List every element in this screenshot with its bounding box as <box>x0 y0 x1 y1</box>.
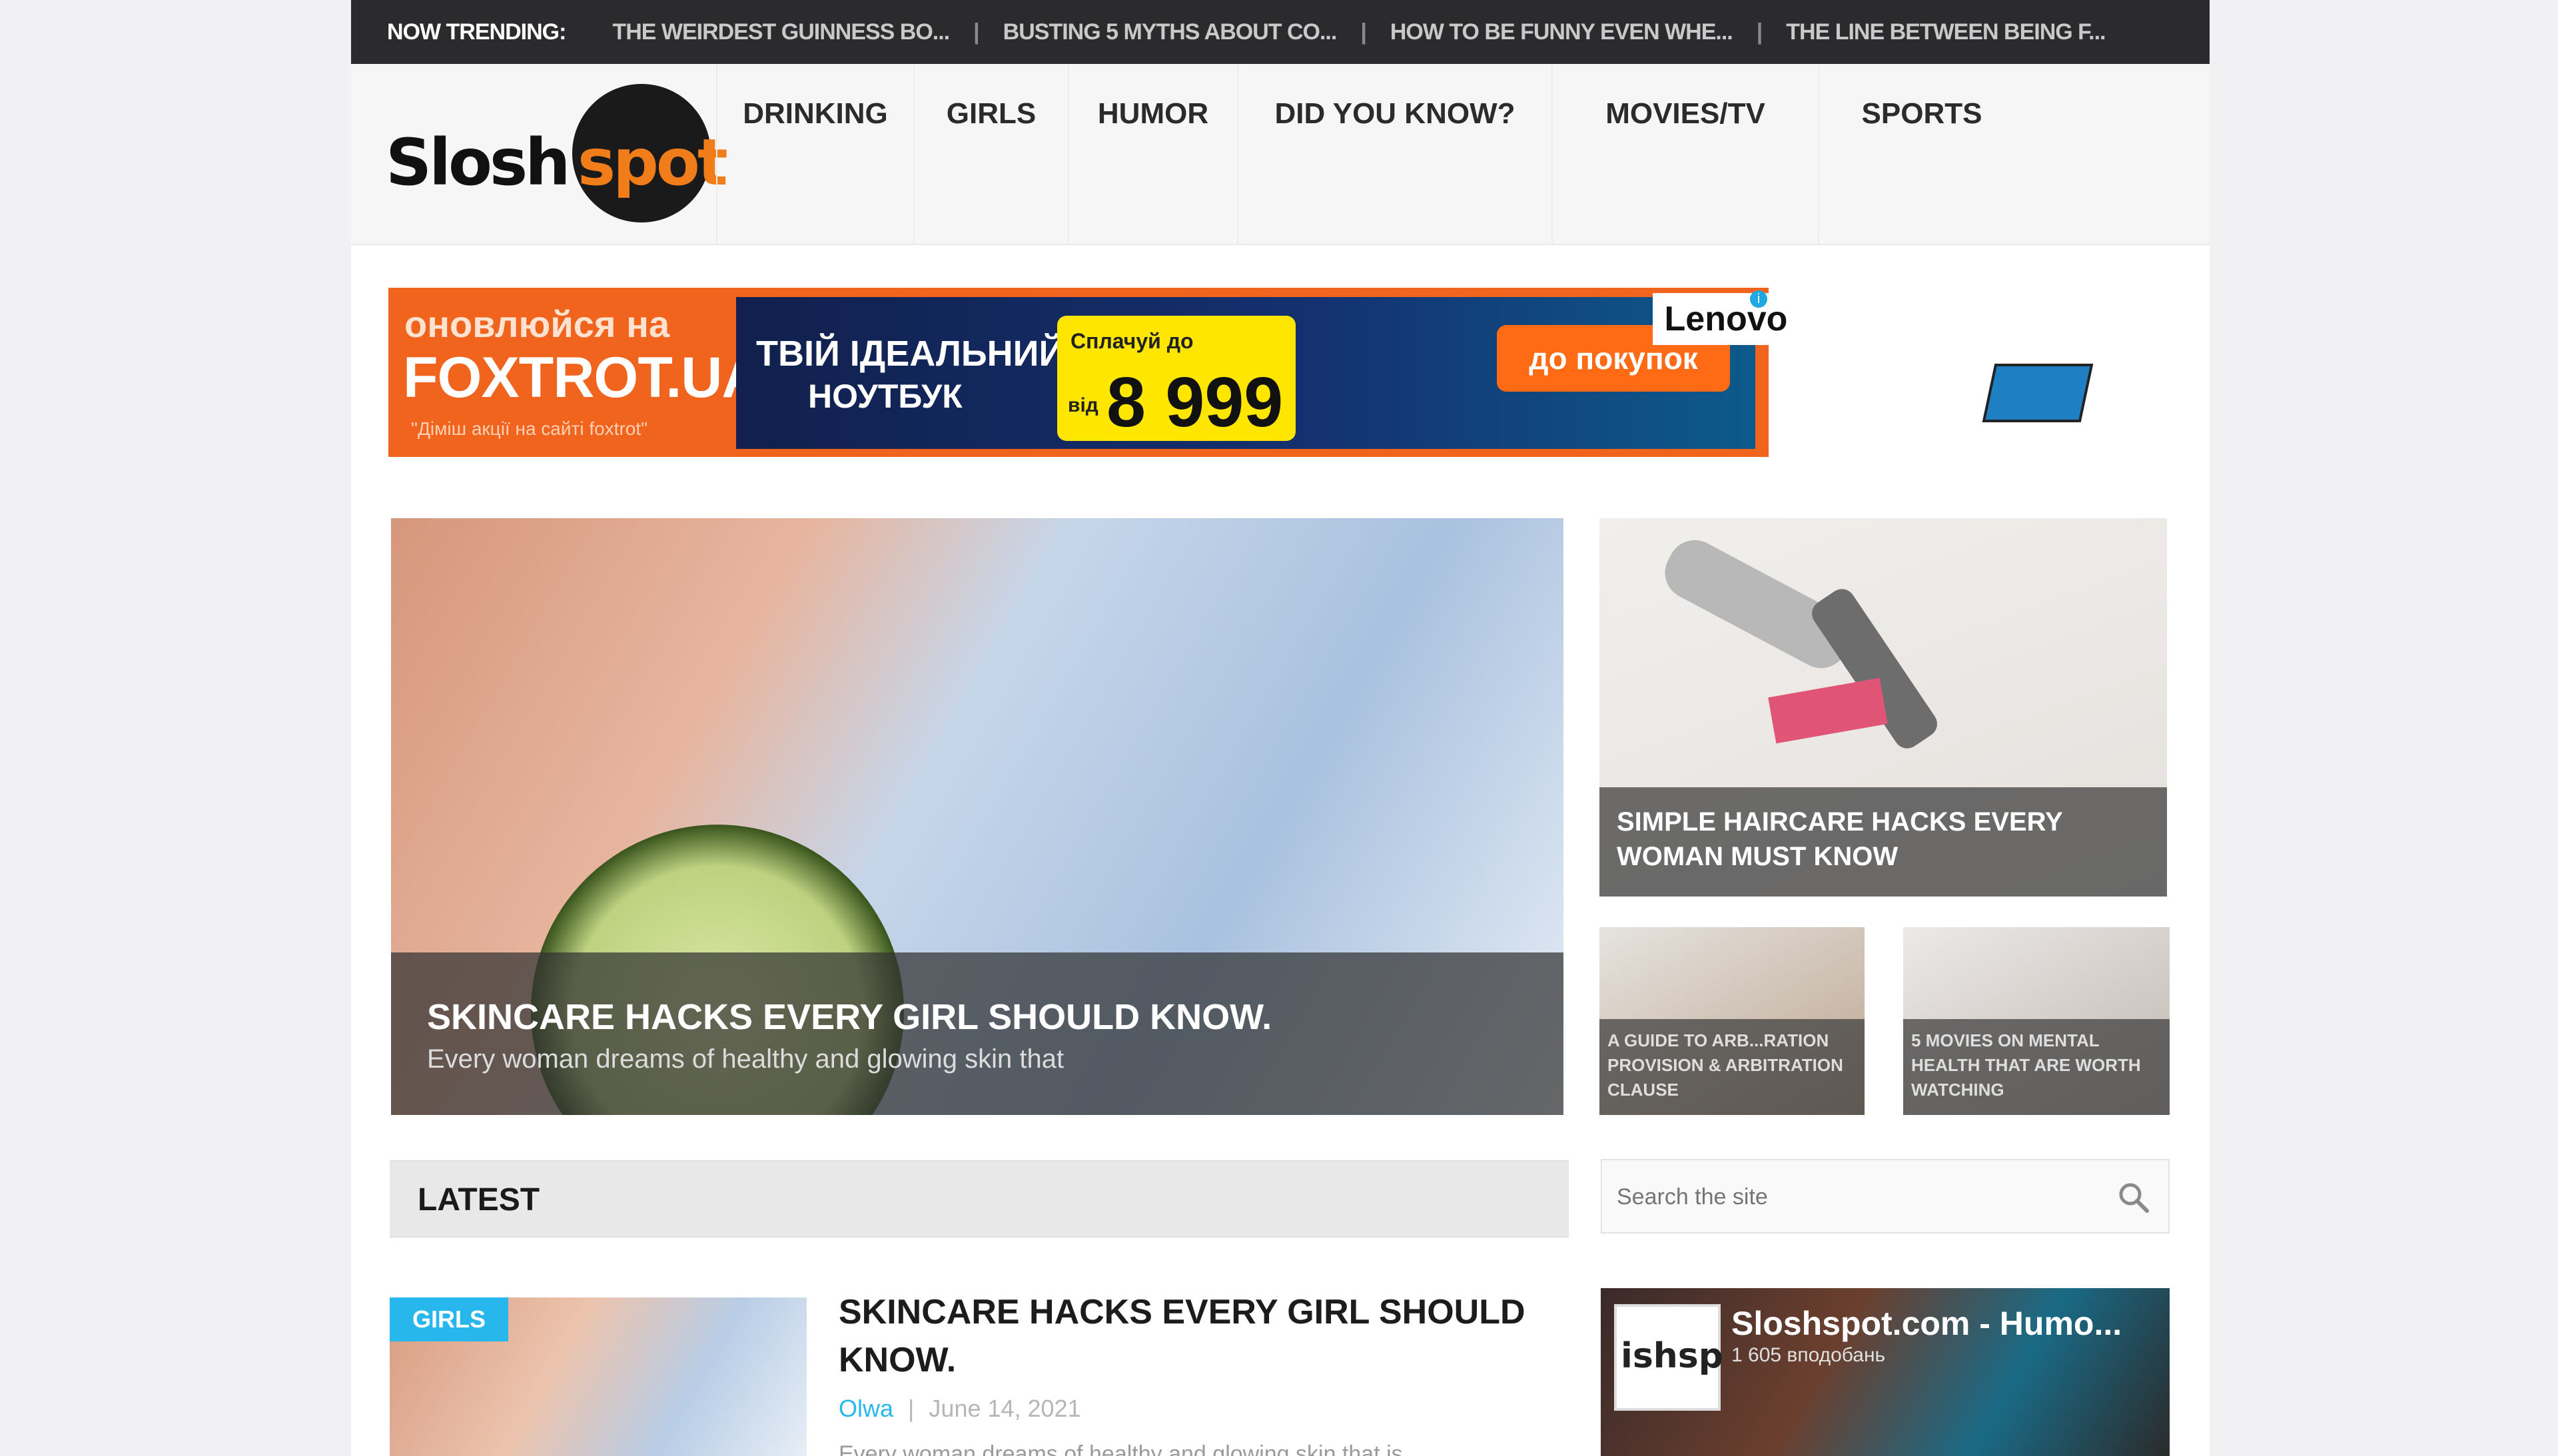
ad-price-prefix: Сплачуй до <box>1070 329 1194 353</box>
nav-item-did-you-know[interactable]: DID YOU KNOW? <box>1237 64 1551 244</box>
trending-link-1[interactable]: THE WEIRDEST GUINNESS BO... <box>612 19 950 45</box>
hero-title[interactable]: SKINCARE HACKS EVERY GIRL SHOULD KNOW. <box>427 996 1272 1038</box>
ad-headline-2: НОУТБУК <box>808 378 963 415</box>
ad-price: 8 999 <box>1106 363 1284 442</box>
trending-label: NOW TRENDING: <box>387 19 566 45</box>
page: NOW TRENDING: THE WEIRDEST GUINNESS BO..… <box>351 0 2210 1456</box>
fb-page-avatar[interactable]: ishsp <box>1614 1304 1723 1411</box>
latest-heading: LATEST <box>418 1182 540 1218</box>
search-icon[interactable] <box>2116 1180 2151 1215</box>
search-box <box>1601 1159 2170 1234</box>
logo-text-slosh: Slosh <box>386 125 570 200</box>
post-author[interactable]: Olwa <box>839 1395 893 1422</box>
small-card-2[interactable]: 5 MOVIES ON MENTAL HEALTH THAT ARE WORTH… <box>1903 927 2170 1115</box>
small-card-2-title[interactable]: 5 MOVIES ON MENTAL HEALTH THAT ARE WORTH… <box>1911 1028 2151 1102</box>
ad-brand-logo: Lenovo <box>1653 293 1799 345</box>
fb-page-followers: 1 605 вподобань <box>1731 1344 1886 1366</box>
trending-bar: NOW TRENDING: THE WEIRDEST GUINNESS BO..… <box>351 0 2210 64</box>
post-category-badge[interactable]: GIRLS <box>390 1297 508 1341</box>
ad-line-3: "Діміш акції на сайті foxtrot" <box>411 418 648 439</box>
side-card-title[interactable]: SIMPLE HAIRCARE HACKS EVERY WOMAN MUST K… <box>1617 805 2096 874</box>
small-card-1-title[interactable]: A GUIDE TO ARB...RATION PROVISION & ARBI… <box>1607 1028 1847 1102</box>
site-logo[interactable]: Slosh spot <box>386 84 728 224</box>
nav-item-girls[interactable]: GIRLS <box>913 64 1068 244</box>
hero-excerpt: Every woman dreams of healthy and glowin… <box>427 1044 1065 1074</box>
trending-separator: | <box>973 19 979 45</box>
ad-headline-1: ТВІЙ ІДЕАЛЬНИЙ <box>756 334 1065 374</box>
trending-link-2[interactable]: BUSTING 5 MYTHS ABOUT CO... <box>1003 19 1338 45</box>
post-meta-separator: | <box>908 1395 915 1422</box>
trending-link-3[interactable]: HOW TO BE FUNNY EVEN WHE... <box>1390 19 1733 45</box>
site-header: Slosh spot DRINKING GIRLS HUMOR DID YOU … <box>351 64 2210 245</box>
ad-banner[interactable]: оновлюйся на FOXTROT.UA "Діміш акції на … <box>388 288 2094 457</box>
fb-page-name[interactable]: Sloshspot.com - Humo... <box>1731 1304 2122 1343</box>
post-title[interactable]: SKINCARE HACKS EVERY GIRL SHOULD KNOW. <box>839 1288 1545 1384</box>
post-excerpt: Every woman dreams of healthy and glowin… <box>839 1441 1403 1456</box>
trending-separator: | <box>1756 19 1763 45</box>
ad-promo-panel: ТВІЙ ІДЕАЛЬНИЙ НОУТБУК Сплачуй до від 8 … <box>736 297 2094 449</box>
search-input[interactable] <box>1615 1170 2084 1224</box>
nav-item-drinking[interactable]: DRINKING <box>716 64 913 244</box>
ad-line-2: FOXTROT.UA <box>403 346 763 410</box>
nav-item-sports[interactable]: SPORTS <box>1818 64 2024 244</box>
trending-link-4[interactable]: THE LINE BETWEEN BEING F... <box>1786 19 2106 45</box>
ad-price-from: від <box>1068 394 1098 416</box>
small-card-1[interactable]: A GUIDE TO ARB...RATION PROVISION & ARBI… <box>1599 927 1865 1115</box>
ad-line-1: оновлюйся на <box>404 303 670 345</box>
ad-info-icon[interactable]: i <box>1750 290 1767 308</box>
hero-featured-post[interactable]: SKINCARE HACKS EVERY GIRL SHOULD KNOW. E… <box>391 518 1563 1115</box>
ad-price-box: Сплачуй до від 8 999 <box>1057 316 1296 442</box>
laptop-icon <box>1982 364 2094 422</box>
featured-side-card[interactable]: SIMPLE HAIRCARE HACKS EVERY WOMAN MUST K… <box>1599 518 2167 897</box>
post-date: June 14, 2021 <box>929 1395 1081 1422</box>
nav-item-movies-tv[interactable]: MOVIES/TV <box>1551 64 1818 244</box>
trending-separator: | <box>1360 19 1366 45</box>
post-thumbnail[interactable]: GIRLS <box>390 1297 807 1456</box>
logo-text-spot: spot <box>578 125 728 200</box>
comb-image <box>1768 677 1888 744</box>
facebook-page-widget[interactable]: ishsp Sloshspot.com - Humo... 1 605 впод… <box>1601 1288 2170 1456</box>
fb-avatar-text: ishsp <box>1621 1336 1723 1376</box>
post-meta: Olwa | June 14, 2021 <box>839 1395 1081 1423</box>
nav-item-humor[interactable]: HUMOR <box>1068 64 1237 244</box>
main-nav: DRINKING GIRLS HUMOR DID YOU KNOW? MOVIE… <box>716 64 2024 244</box>
latest-section-header: LATEST <box>390 1160 1569 1238</box>
